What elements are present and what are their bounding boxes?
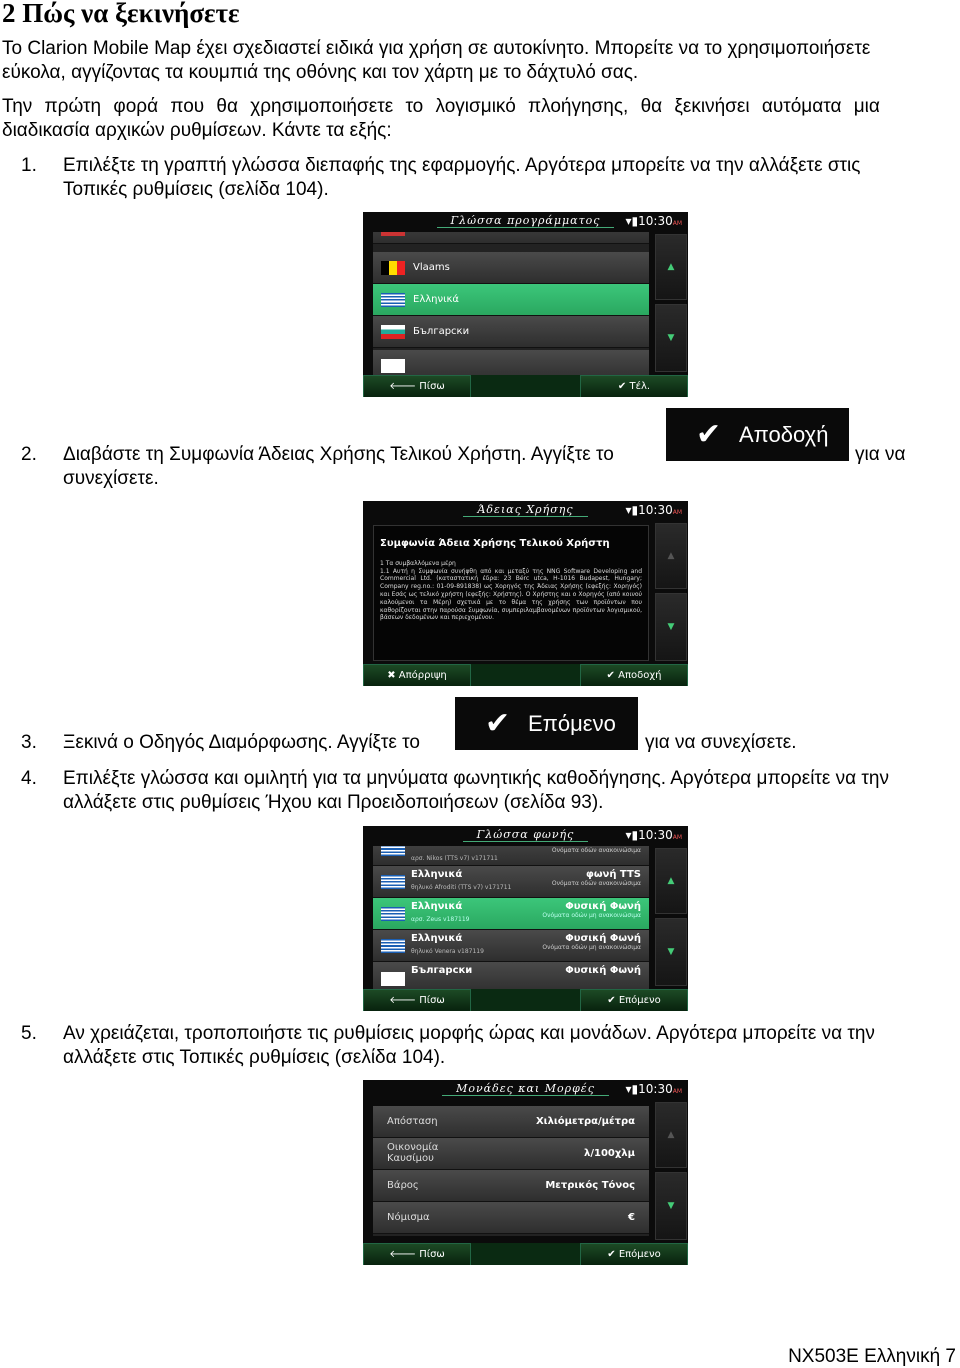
screenshot-units-formats: Μονάδες και Μορφές ▾▮10:30AM Απόσταση Χιλ… [363, 1080, 688, 1265]
reject-button[interactable]: ✖ Απόρριψη [363, 664, 471, 686]
screenshot-voice-language: Γλώσσα φωνής ▾▮10:30AM αρσ. Nikos (TTS v… [363, 826, 688, 1011]
intro-line: εύκολα, αγγίζοντας τα κουμπιά της οθόνης… [2, 62, 639, 83]
list-item[interactable]: αρσ. Nikos (TTS v7) v171711 Ονόματα οδών … [373, 846, 649, 866]
screen-title: Άδειας Χρήσης [463, 503, 588, 517]
step-text: Ξεκινά ο Οδηγός Διαμόρφωσης. Αγγίξτε το [63, 732, 420, 753]
step-number: 4. [21, 768, 37, 789]
scroll-up-button[interactable]: ▲ [655, 848, 687, 914]
belgium-flag-icon [381, 261, 405, 275]
language-list: Vlaams Ελληνικά Български [373, 232, 649, 376]
scroll-up-button[interactable]: ▲ [655, 234, 687, 300]
back-button[interactable]: 🡐 Πίσω [363, 1243, 471, 1265]
clock: ▾▮10:30AM [625, 828, 682, 842]
step-text: για να συνεχίσετε. [645, 732, 797, 753]
check-icon: ✔ [485, 707, 511, 740]
list-item[interactable]: Ελληνικά θηλυκό Venera v187119 Φυσική Φωνή… [373, 930, 649, 962]
list-item-selected[interactable]: Ελληνικά αρσ. Zeus v187119 Φυσική Φωνή Ονόμ… [373, 898, 649, 930]
step-text: αλλάξετε στις Τοπικές ρυθμίσεις (σελίδα … [63, 1047, 446, 1068]
next-button-image: ✔ Επόμενο [455, 697, 638, 750]
clock: ▾▮10:30AM [625, 503, 682, 517]
flag-icon [381, 232, 405, 236]
back-button[interactable]: 🡐 Πίσω [363, 989, 471, 1011]
step-text: Τοπικές ρυθμίσεις (σελίδα 104). [63, 179, 329, 200]
next-button[interactable]: ✔ Επόμενο [580, 989, 688, 1011]
bulgaria-flag-icon [381, 972, 405, 986]
step-number: 5. [21, 1023, 37, 1044]
greece-flag-icon [381, 875, 405, 889]
list-item[interactable]: Vlaams [373, 252, 649, 284]
list-item[interactable]: Български Φυσική Φωνή [373, 962, 649, 990]
intro-line: Την πρώτη φορά που θα χρησιμοποιήσετε το… [2, 96, 880, 117]
list-item[interactable]: Български [373, 316, 649, 348]
step-text: αλλάξετε στις ρυθμίσεις Ήχου και Προειδο… [63, 792, 604, 813]
page-footer: NX503E Ελληνική 7 [788, 1346, 956, 1367]
list-item[interactable]: Ελληνικά θηλυκό Afroditi (TTS v7) v171711… [373, 866, 649, 898]
check-icon: ✔ [696, 418, 722, 451]
scroll-up-button[interactable]: ▲ [655, 1102, 687, 1168]
list-item-selected[interactable]: Ελληνικά [373, 284, 649, 316]
weight-setting[interactable]: Βάρος Μετρικός Τόνος [373, 1170, 649, 1202]
greece-flag-icon [381, 293, 405, 307]
currency-setting[interactable]: Νόμισμα € [373, 1202, 649, 1234]
screen-title: Γλώσσα προγράμματος [436, 214, 615, 228]
step-text: Διαβάστε τη Συμφωνία Άδειας Χρήσης Τελικ… [63, 444, 614, 465]
screen-title: Μονάδες και Μορφές [442, 1082, 609, 1096]
step-text: συνεχίσετε. [63, 468, 159, 489]
bulgaria-flag-icon [381, 325, 405, 339]
units-list: Απόσταση Χιλιόμετρα/μέτρα Οικονομία Καυσί… [373, 1106, 649, 1236]
scroll-down-button[interactable]: ▼ [655, 918, 687, 986]
step-number: 3. [21, 732, 37, 753]
voice-list: αρσ. Nikos (TTS v7) v171711 Ονόματα οδών … [373, 846, 649, 990]
license-text[interactable]: Συμφωνία Άδεια Χρήσης Τελικού Χρήστη 1 Τα… [373, 525, 649, 661]
flag-icon [381, 359, 405, 373]
step-text: Επιλέξτε γλώσσα και ομιλητή για τα μηνύμ… [63, 768, 889, 789]
done-button[interactable]: ✔ Τέλ. [580, 375, 688, 397]
intro-line: Το Clarion Mobile Map έχει σχεδιαστεί ει… [2, 38, 871, 59]
step-text: για να [855, 444, 906, 465]
clock: ▾▮10:30AM [625, 1082, 682, 1096]
scroll-down-button[interactable]: ▼ [655, 1172, 687, 1240]
step-number: 1. [21, 155, 37, 176]
scroll-down-button[interactable]: ▼ [655, 304, 687, 372]
page-title: 2 Πώς να ξεκινήσετε [2, 0, 240, 28]
scroll-up-button[interactable]: ▲ [655, 523, 687, 589]
step-text: Επιλέξτε τη γραπτή γλώσσα διεπαφής της ε… [63, 155, 861, 176]
greece-flag-icon [381, 939, 405, 953]
intro-line: διαδικασία αρχικών ρυθμίσεων. Κάντε τα ε… [2, 120, 392, 141]
step-number: 2. [21, 444, 37, 465]
screen-title: Γλώσσα φωνής [462, 828, 589, 842]
screenshot-license: Άδειας Χρήσης ▾▮10:30AM Συμφωνία Άδεια Χ… [363, 501, 688, 686]
clock: ▾▮10:30AM [625, 214, 682, 228]
back-button[interactable]: 🡐 Πίσω [363, 375, 471, 397]
fuel-economy-setting[interactable]: Οικονομία Καυσίμου λ/100χλμ [373, 1138, 649, 1170]
screenshot-program-language: Γλώσσα προγράμματος ▾▮10:30AM Vlaams Ελλ… [363, 212, 688, 397]
accept-button-image: ✔ Αποδοχή [666, 408, 849, 461]
step-text: Αν χρειάζεται, τροποποιήστε τις ρυθμίσει… [63, 1023, 875, 1044]
scroll-down-button[interactable]: ▼ [655, 593, 687, 661]
accept-button[interactable]: ✔ Αποδοχή [580, 664, 688, 686]
greece-flag-icon [381, 907, 405, 921]
document-page: 2 Πώς να ξεκινήσετε Το Clarion Mobile Ma… [0, 0, 960, 1368]
next-button[interactable]: ✔ Επόμενο [580, 1243, 688, 1265]
distance-setting[interactable]: Απόσταση Χιλιόμετρα/μέτρα [373, 1106, 649, 1138]
